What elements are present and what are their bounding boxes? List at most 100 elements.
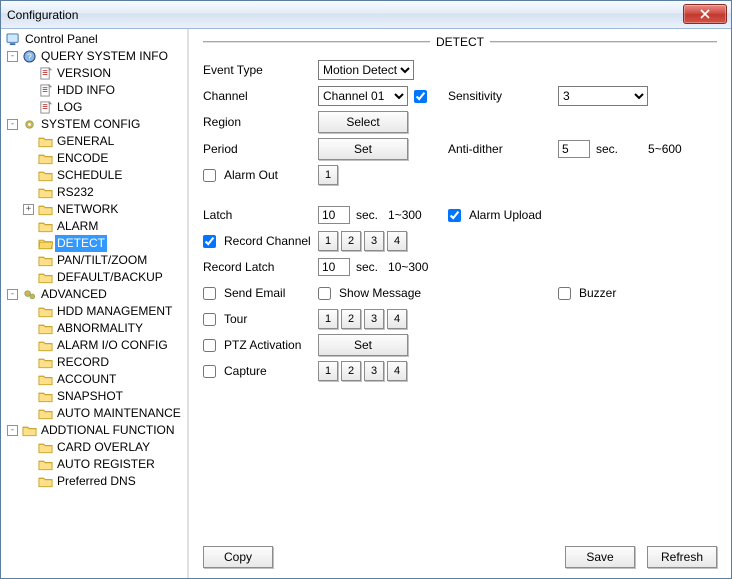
ptz-activation-checkbox[interactable]: PTZ Activation xyxy=(203,338,301,352)
doc-icon xyxy=(37,100,53,116)
tree-item[interactable]: PAN/TILT/ZOOM xyxy=(3,252,187,269)
region-select-button[interactable]: Select xyxy=(318,111,408,133)
capture-2[interactable]: 2 xyxy=(341,361,361,381)
tour-3[interactable]: 3 xyxy=(364,309,384,329)
tour-4[interactable]: 4 xyxy=(387,309,407,329)
sensitivity-select[interactable]: 3 xyxy=(558,86,648,106)
svg-text:?: ? xyxy=(27,51,32,61)
sidebar: Control Panel -?QUERY SYSTEM INFOVERSION… xyxy=(1,29,189,578)
alarm-out-1-button[interactable]: 1 xyxy=(318,165,338,185)
tree-item[interactable]: AUTO REGISTER xyxy=(3,456,187,473)
tree-item[interactable]: SCHEDULE xyxy=(3,167,187,184)
anti-dither-input[interactable] xyxy=(558,140,590,158)
folder-icon xyxy=(37,168,53,184)
gear-icon xyxy=(21,117,37,133)
tree-group[interactable]: - ADDTIONAL FUNCTION xyxy=(3,422,187,439)
tree-item[interactable]: ALARM xyxy=(3,218,187,235)
record-ch-2[interactable]: 2 xyxy=(341,231,361,251)
tree-group-label: ADDTIONAL FUNCTION xyxy=(39,422,177,439)
record-channel-checkbox[interactable]: Record Channel xyxy=(203,234,311,248)
buzzer-checkbox[interactable]: Buzzer xyxy=(558,286,616,300)
sensitivity-label: Sensitivity xyxy=(448,89,502,103)
tree-item[interactable]: Preferred DNS xyxy=(3,473,187,490)
region-label: Region xyxy=(203,115,241,129)
tour-checkbox[interactable]: Tour xyxy=(203,312,247,326)
record-latch-input[interactable] xyxy=(318,258,350,276)
tree-root[interactable]: Control Panel xyxy=(3,31,187,48)
capture-3[interactable]: 3 xyxy=(364,361,384,381)
save-button[interactable]: Save xyxy=(565,546,635,568)
tree-group[interactable]: -ADVANCED xyxy=(3,286,187,303)
tree-item[interactable]: ACCOUNT xyxy=(3,371,187,388)
tree-item-label: ENCODE xyxy=(55,150,110,167)
collapse-icon[interactable]: - xyxy=(7,425,18,436)
tree-item[interactable]: DETECT xyxy=(3,235,187,252)
tree-item[interactable]: RS232 xyxy=(3,184,187,201)
show-message-checkbox[interactable]: Show Message xyxy=(318,286,421,300)
tree-item[interactable]: DEFAULT/BACKUP xyxy=(3,269,187,286)
event-type-select[interactable]: Motion Detect xyxy=(318,60,414,80)
folder-icon xyxy=(37,151,53,167)
ptz-set-button[interactable]: Set xyxy=(318,334,408,356)
channel-select[interactable]: Channel 01 xyxy=(318,86,408,106)
tree-group[interactable]: -?QUERY SYSTEM INFO xyxy=(3,48,187,65)
tour-2[interactable]: 2 xyxy=(341,309,361,329)
tree-group[interactable]: -SYSTEM CONFIG xyxy=(3,116,187,133)
tree-item[interactable]: GENERAL xyxy=(3,133,187,150)
tree-item-label: CARD OVERLAY xyxy=(55,439,152,456)
tree-item[interactable]: +NETWORK xyxy=(3,201,187,218)
alarm-out-checkbox[interactable]: Alarm Out xyxy=(203,168,278,182)
alarm-upload-checkbox[interactable]: Alarm Upload xyxy=(448,208,542,222)
title-bar: Configuration xyxy=(1,1,731,29)
folder-icon xyxy=(37,253,53,269)
close-button[interactable] xyxy=(683,4,727,24)
collapse-icon[interactable]: - xyxy=(7,51,18,62)
channel-label: Channel xyxy=(203,89,248,103)
capture-4[interactable]: 4 xyxy=(387,361,407,381)
period-label: Period xyxy=(203,142,238,156)
tree-item-label: ALARM I/O CONFIG xyxy=(55,337,170,354)
folder-icon xyxy=(37,185,53,201)
record-ch-3[interactable]: 3 xyxy=(364,231,384,251)
tree-item[interactable]: AUTO MAINTENANCE xyxy=(3,405,187,422)
latch-input[interactable] xyxy=(318,206,350,224)
tree-item[interactable]: LOG xyxy=(3,99,187,116)
refresh-button[interactable]: Refresh xyxy=(647,546,717,568)
latch-label: Latch xyxy=(203,208,232,222)
tree-item-label: ACCOUNT xyxy=(55,371,118,388)
tree-item-label: HDD MANAGEMENT xyxy=(55,303,174,320)
folder-icon xyxy=(37,372,53,388)
tree-item[interactable]: RECORD xyxy=(3,354,187,371)
tree-item[interactable]: ALARM I/O CONFIG xyxy=(3,337,187,354)
record-ch-1[interactable]: 1 xyxy=(318,231,338,251)
monitor-icon xyxy=(5,32,21,48)
capture-1[interactable]: 1 xyxy=(318,361,338,381)
collapse-icon[interactable]: - xyxy=(7,119,18,130)
tour-1[interactable]: 1 xyxy=(318,309,338,329)
tree-item-label: ALARM xyxy=(55,218,100,235)
tree-item[interactable]: HDD INFO xyxy=(3,82,187,99)
expand-icon[interactable]: + xyxy=(23,204,34,215)
detail-panel: DETECT Event Type Motion Detect Channel … xyxy=(189,29,731,578)
collapse-icon[interactable]: - xyxy=(7,289,18,300)
folder-icon xyxy=(37,440,53,456)
tree-item[interactable]: HDD MANAGEMENT xyxy=(3,303,187,320)
capture-checkbox[interactable]: Capture xyxy=(203,364,267,378)
tree-item[interactable]: ABNORMALITY xyxy=(3,320,187,337)
send-email-checkbox[interactable]: Send Email xyxy=(203,286,285,300)
tree-item[interactable]: ENCODE xyxy=(3,150,187,167)
channel-enable-checkbox[interactable] xyxy=(414,90,427,103)
folder-icon xyxy=(37,134,53,150)
tree-item[interactable]: SNAPSHOT xyxy=(3,388,187,405)
record-latch-label: Record Latch xyxy=(203,260,274,274)
period-set-button[interactable]: Set xyxy=(318,138,408,160)
capture-buttons: 1 2 3 4 xyxy=(318,361,407,381)
tree-item[interactable]: CARD OVERLAY xyxy=(3,439,187,456)
copy-button[interactable]: Copy xyxy=(203,546,273,568)
record-ch-4[interactable]: 4 xyxy=(387,231,407,251)
gears-icon xyxy=(21,287,37,303)
doc-icon xyxy=(37,66,53,82)
folder-icon xyxy=(37,304,53,320)
tree-item[interactable]: VERSION xyxy=(3,65,187,82)
folder-open-icon xyxy=(37,236,53,252)
